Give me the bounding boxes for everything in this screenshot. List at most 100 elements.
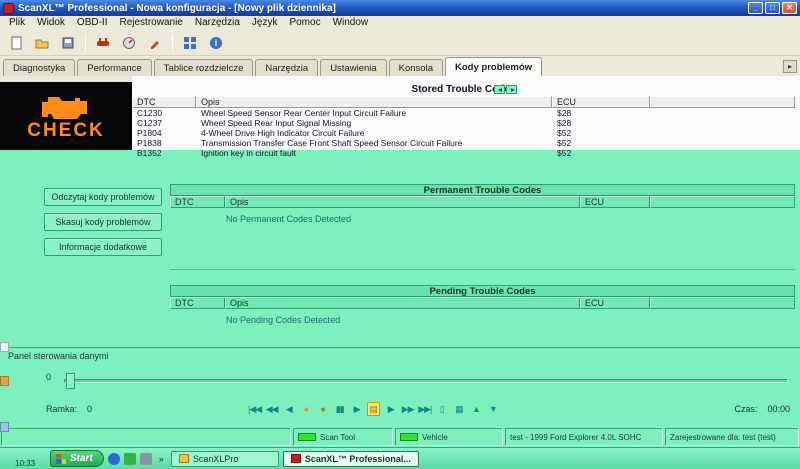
- menu-pomoc[interactable]: Pomoc: [283, 16, 326, 30]
- fast-forward-button[interactable]: ▶▶: [401, 403, 414, 415]
- tab-kody-problemow[interactable]: Kody problemów: [445, 57, 542, 76]
- quick-launch-more-icon[interactable]: »: [156, 454, 167, 464]
- table-row[interactable]: C1237 Wheel Speed Rear Input Signal Miss…: [132, 118, 795, 128]
- step-back-button[interactable]: ◀: [282, 403, 295, 415]
- menu-bar: Plik Widok OBD-II Rejestrowanie Narzędzi…: [0, 16, 800, 30]
- save-log-button[interactable]: ▦: [452, 403, 465, 415]
- scroll-left-icon[interactable]: [494, 85, 505, 94]
- read-codes-button[interactable]: Odczytaj kody problemów: [44, 188, 162, 206]
- close-button[interactable]: ✕: [782, 2, 797, 14]
- additional-info-button[interactable]: Informacje dodatkowe: [44, 238, 162, 256]
- open-log-button[interactable]: ▤: [367, 402, 380, 416]
- frame-counter: Ramka: 0: [46, 404, 92, 414]
- column-header-empty: [650, 297, 795, 309]
- stop-button[interactable]: ●: [316, 403, 329, 415]
- connect-vehicle-icon[interactable]: [91, 32, 115, 54]
- skip-last-button[interactable]: ▶▶|: [418, 403, 431, 415]
- menu-rejestrowanie[interactable]: Rejestrowanie: [113, 16, 188, 30]
- table-row[interactable]: C1230 Wheel Speed Sensor Rear Center Inp…: [132, 108, 795, 118]
- cell-empty: [650, 148, 795, 158]
- menu-plik[interactable]: Plik: [3, 16, 31, 30]
- tab-konsola[interactable]: Konsola: [389, 59, 443, 76]
- cell-opis: Ignition key in circuit fault: [196, 148, 552, 158]
- record-button[interactable]: ●: [299, 403, 312, 415]
- tab-narzedzia[interactable]: Narzędzia: [255, 59, 318, 76]
- new-log-button[interactable]: ▯: [435, 403, 448, 415]
- menu-narzedzia[interactable]: Narzędzia: [189, 16, 246, 30]
- desktop-icon[interactable]: [0, 342, 9, 352]
- maximize-button[interactable]: □: [765, 2, 780, 14]
- menu-jezyk[interactable]: Język: [246, 16, 284, 30]
- menu-widok[interactable]: Widok: [31, 16, 71, 30]
- window-controls: _ □ ✕: [748, 2, 797, 14]
- cell-empty: [650, 128, 795, 138]
- upload-button[interactable]: ▲: [469, 403, 482, 415]
- check-engine-lamp: CHECK: [0, 82, 132, 150]
- frame-value: 0: [87, 404, 92, 414]
- record-log-icon[interactable]: [143, 32, 167, 54]
- column-header-ecu[interactable]: ECU: [580, 297, 650, 309]
- fast-rewind-button[interactable]: ◀◀: [265, 403, 278, 415]
- gauges-icon[interactable]: [117, 32, 141, 54]
- scroll-right-icon[interactable]: [506, 85, 517, 94]
- time-counter: Czas: 00:00: [734, 404, 790, 414]
- screen: ScanXL™ Professional - Nowa konfiguracja…: [0, 0, 800, 469]
- menu-window[interactable]: Window: [327, 16, 375, 30]
- table-row[interactable]: P1838 Transmission Transfer Case Front S…: [132, 138, 795, 148]
- column-header-dtc[interactable]: DTC: [170, 196, 225, 208]
- desktop-icon[interactable]: [0, 422, 9, 432]
- cell-dtc: C1230: [132, 108, 196, 118]
- frame-slider-track[interactable]: [64, 379, 788, 383]
- save-file-icon[interactable]: [56, 32, 80, 54]
- tab-scroll-right-icon[interactable]: ▸: [783, 60, 797, 73]
- dashboard-icon[interactable]: [178, 32, 202, 54]
- tab-performance[interactable]: Performance: [77, 59, 151, 76]
- stored-codes-header: DTC Opis ECU: [132, 96, 795, 108]
- start-button[interactable]: Start: [50, 450, 104, 467]
- cell-opis: Wheel Speed Sensor Rear Center Input Cir…: [196, 108, 552, 118]
- quick-launch-icon[interactable]: [108, 453, 120, 465]
- pending-codes-body: No Pending Codes Detected: [170, 315, 795, 339]
- column-header-opis[interactable]: Opis: [225, 297, 580, 309]
- column-header-dtc[interactable]: DTC: [170, 297, 225, 309]
- pause-button[interactable]: ▮▮: [333, 403, 346, 415]
- table-row[interactable]: P1804 4-Wheel Drive High Indicator Circu…: [132, 128, 795, 138]
- scanxl-app-icon: [291, 454, 301, 463]
- permanent-codes-section: Permanent Trouble Codes DTC Opis ECU No …: [170, 184, 795, 270]
- clear-codes-button[interactable]: Skasuj kody problemów: [44, 213, 162, 231]
- permanent-empty-message: No Permanent Codes Detected: [226, 214, 795, 224]
- desktop-icon[interactable]: [0, 376, 9, 386]
- toolbar-separator: [172, 34, 173, 52]
- tab-tablice-rozdzielcze[interactable]: Tablice rozdzielcze: [154, 59, 254, 76]
- tab-ustawienia[interactable]: Ustawienia: [320, 59, 386, 76]
- taskbar-clock: 10:33: [15, 459, 35, 468]
- cell-empty: [650, 138, 795, 148]
- data-control-panel: Panel sterowania danymi 0 Ramka: 0 |◀◀ ◀…: [0, 347, 800, 427]
- tab-diagnostyka[interactable]: Diagnostyka: [3, 59, 75, 76]
- column-header-dtc[interactable]: DTC: [132, 96, 196, 108]
- cell-empty: [650, 118, 795, 128]
- cell-opis: Wheel Speed Rear Input Signal Missing: [196, 118, 552, 128]
- column-header-empty: [650, 96, 795, 108]
- taskbar-task-scanxlpro[interactable]: ScanXLPro: [171, 451, 279, 467]
- download-button[interactable]: ▼: [486, 403, 499, 415]
- taskbar-task-scanxl[interactable]: ScanXL™ Professional...: [283, 451, 419, 467]
- info-icon[interactable]: i: [204, 32, 228, 54]
- minimize-button[interactable]: _: [748, 2, 763, 14]
- column-header-ecu[interactable]: ECU: [552, 96, 650, 108]
- column-header-opis[interactable]: Opis: [196, 96, 552, 108]
- control-panel-title: Panel sterowania danymi: [8, 351, 109, 361]
- column-header-ecu[interactable]: ECU: [580, 196, 650, 208]
- quick-launch-icon[interactable]: [124, 453, 136, 465]
- quick-launch-icon[interactable]: [140, 453, 152, 465]
- skip-first-button[interactable]: |◀◀: [248, 403, 261, 415]
- frame-slider-handle[interactable]: [66, 373, 75, 389]
- open-file-icon[interactable]: [30, 32, 54, 54]
- menu-obd-ii[interactable]: OBD-II: [71, 16, 114, 30]
- step-forward-button[interactable]: ▶: [384, 403, 397, 415]
- column-header-opis[interactable]: Opis: [225, 196, 580, 208]
- check-engine-icon: [35, 91, 97, 121]
- new-file-icon[interactable]: [4, 32, 28, 54]
- table-row[interactable]: B1352 Ignition key in circuit fault $52: [132, 148, 795, 158]
- play-button[interactable]: ▶: [350, 403, 363, 415]
